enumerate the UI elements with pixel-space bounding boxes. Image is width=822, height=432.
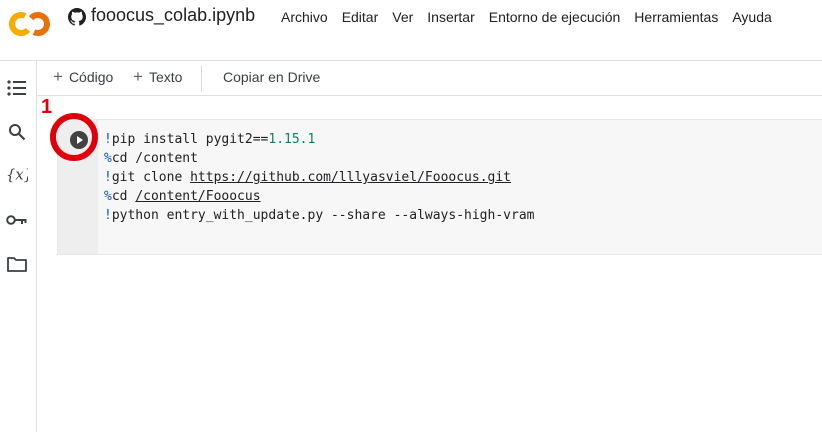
github-icon <box>68 8 86 26</box>
add-code-button[interactable]: + Código <box>53 67 114 86</box>
annotation-circle <box>50 113 98 161</box>
folder-icon[interactable] <box>6 253 28 275</box>
left-sidebar: {x} <box>0 61 37 432</box>
version-number: 1.15.1 <box>268 132 316 147</box>
code-line: !python entry_with_update.py --share --a… <box>104 208 534 223</box>
path-link[interactable]: /content/Fooocus <box>135 189 260 204</box>
plus-icon: + <box>133 67 143 86</box>
menu-herramientas[interactable]: Herramientas <box>634 9 718 25</box>
code-line: !git clone https://github.com/lllyasviel… <box>104 170 511 185</box>
table-of-contents-icon[interactable] <box>6 77 28 99</box>
add-code-label: Código <box>68 69 114 85</box>
code-text: python entry_with_update.py --share --al… <box>111 208 535 223</box>
add-text-label: Texto <box>148 69 183 85</box>
annotation-number: 1 <box>41 96 53 118</box>
code-line: !pip install pygit2==1.15.1 <box>104 132 315 147</box>
code-cell[interactable]: !pip install pygit2==1.15.1 %cd /content… <box>57 119 822 255</box>
colab-logo[interactable] <box>8 8 52 38</box>
code-text: pip install pygit2== <box>111 132 269 147</box>
copy-to-drive-label: Copiar en Drive <box>223 69 321 85</box>
repo-link[interactable]: https://github.com/lllyasviel/Fooocus.gi… <box>190 170 511 185</box>
code-text: cd /content <box>111 151 198 166</box>
code-line: %cd /content/Fooocus <box>104 189 261 204</box>
menu-insertar[interactable]: Insertar <box>427 9 474 25</box>
menu-ayuda[interactable]: Ayuda <box>732 9 771 25</box>
notebook-toolbar: + Código + Texto Copiar en Drive <box>37 61 822 96</box>
plus-icon: + <box>53 67 63 86</box>
svg-text:{x}: {x} <box>6 167 28 184</box>
code-text: cd <box>111 189 136 204</box>
menu-archivo[interactable]: Archivo <box>281 9 328 25</box>
key-icon[interactable] <box>6 209 28 231</box>
magic-prefix: ! <box>104 132 112 147</box>
code-line: %cd /content <box>104 151 198 166</box>
code-editor[interactable]: !pip install pygit2==1.15.1 %cd /content… <box>104 130 534 225</box>
search-icon[interactable] <box>6 121 28 143</box>
magic-prefix: ! <box>104 170 112 185</box>
variables-icon[interactable]: {x} <box>6 164 28 186</box>
menu-ver[interactable]: Ver <box>392 9 413 25</box>
menu-bar: Archivo Editar Ver Insertar Entorno de e… <box>281 9 786 25</box>
magic-prefix: % <box>104 151 112 166</box>
menu-entorno[interactable]: Entorno de ejecución <box>489 9 621 25</box>
add-text-button[interactable]: + Texto <box>133 67 183 86</box>
magic-prefix: % <box>104 189 112 204</box>
code-text: git clone <box>111 170 191 185</box>
copy-to-drive-button[interactable]: Copiar en Drive <box>223 69 320 85</box>
notebook-title[interactable]: fooocus_colab.ipynb <box>91 5 255 26</box>
toolbar-divider <box>201 66 202 92</box>
menu-editar[interactable]: Editar <box>342 9 379 25</box>
magic-prefix: ! <box>104 208 112 223</box>
header: fooocus_colab.ipynb Archivo Editar Ver I… <box>0 0 822 61</box>
